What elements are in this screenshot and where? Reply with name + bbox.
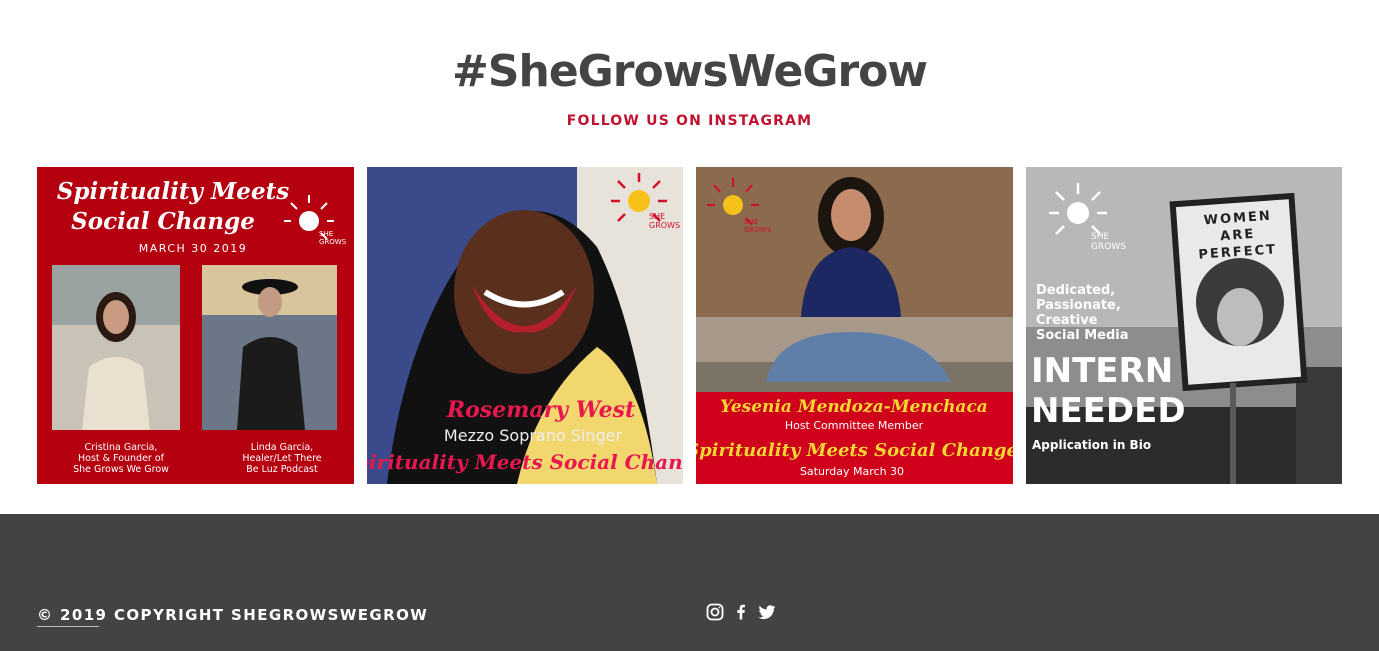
instagram-post-3[interactable]: SHE GROWS Yesenia Mendoza-Menchaca Host … xyxy=(696,167,1013,484)
footer: © 2019 COPYRIGHT SHEGROWSWEGROW xyxy=(0,514,1379,651)
svg-text:Linda Garcia,: Linda Garcia, xyxy=(251,442,313,453)
svg-text:Social Media: Social Media xyxy=(1036,328,1129,343)
post-3-role: Host Committee Member xyxy=(785,419,924,432)
post-3-name: Yesenia Mendoza-Menchaca xyxy=(720,397,988,417)
post-3-tagline: Spirituality Meets Social Change xyxy=(696,440,1013,461)
post-1-headline-2: Social Change xyxy=(71,208,255,235)
svg-text:ARE: ARE xyxy=(1220,227,1256,244)
follow-instagram-link[interactable]: FOLLOW US ON INSTAGRAM xyxy=(0,113,1379,129)
instagram-post-4[interactable]: WOMEN ARE PERFECT SHE GROWS Dedicated, P… xyxy=(1026,167,1342,484)
copyright-underline xyxy=(37,626,99,627)
post-1-person-2: Linda Garcia, Healer/Let There Be Luz Po… xyxy=(242,442,321,475)
copyright-text: © 2019 COPYRIGHT SHEGROWSWEGROW xyxy=(37,606,429,624)
post-1-image: Spirituality Meets Social Change MARCH 3… xyxy=(37,167,354,484)
facebook-icon[interactable] xyxy=(731,602,751,622)
post-1-headline-1: Spirituality Meets xyxy=(57,178,289,205)
post-2-image: SHE GROWS Rosemary West Mezzo Soprano Si… xyxy=(367,167,683,484)
instagram-hashtag-title: #SheGrowsWeGrow xyxy=(451,46,928,97)
svg-text:GROWS: GROWS xyxy=(744,226,772,234)
post-4-note: Application in Bio xyxy=(1032,438,1151,452)
svg-text:Creative: Creative xyxy=(1036,313,1098,328)
post-1-photo-1 xyxy=(52,265,180,430)
svg-text:GROWS: GROWS xyxy=(319,238,347,246)
svg-text:SHE: SHE xyxy=(649,212,665,221)
svg-text:Passionate,: Passionate, xyxy=(1036,298,1121,313)
svg-text:SHE: SHE xyxy=(319,230,333,238)
instagram-section: #SheGrowsWeGrow FOLLOW US ON INSTAGRAM S… xyxy=(0,0,1379,514)
post-3-image: SHE GROWS Yesenia Mendoza-Menchaca Host … xyxy=(696,167,1013,484)
instagram-icon[interactable] xyxy=(705,602,725,622)
post-1-photo-2 xyxy=(202,265,337,430)
svg-text:SHE: SHE xyxy=(744,218,758,226)
post-2-tagline: Spirituality Meets Social Change xyxy=(367,450,683,474)
instagram-post-2[interactable]: SHE GROWS Rosemary West Mezzo Soprano Si… xyxy=(367,167,683,484)
svg-text:Healer/Let There: Healer/Let There xyxy=(242,453,321,464)
svg-text:SHE: SHE xyxy=(1091,232,1109,242)
post-1-date: MARCH 30 2019 xyxy=(139,242,248,255)
svg-text:She Grows We Grow: She Grows We Grow xyxy=(73,464,169,475)
post-4-headline-1: INTERN xyxy=(1031,351,1173,391)
post-2-name: Rosemary West xyxy=(446,397,635,423)
post-4-headline-2: NEEDED xyxy=(1031,391,1186,431)
twitter-icon[interactable] xyxy=(757,602,777,622)
svg-text:Host & Founder of: Host & Founder of xyxy=(78,453,165,464)
svg-text:GROWS: GROWS xyxy=(649,221,680,230)
post-3-date: Saturday March 30 xyxy=(800,465,904,478)
svg-text:Cristina Garcia,: Cristina Garcia, xyxy=(85,442,158,453)
svg-text:Dedicated,: Dedicated, xyxy=(1036,283,1115,298)
post-2-role: Mezzo Soprano Singer xyxy=(444,426,623,445)
post-1-person-1: Cristina Garcia, Host & Founder of She G… xyxy=(73,442,169,475)
instagram-post-1[interactable]: Spirituality Meets Social Change MARCH 3… xyxy=(37,167,354,484)
post-4-image: WOMEN ARE PERFECT SHE GROWS Dedicated, P… xyxy=(1026,167,1342,484)
svg-text:GROWS: GROWS xyxy=(1091,242,1126,252)
svg-text:Be Luz Podcast: Be Luz Podcast xyxy=(246,464,318,475)
